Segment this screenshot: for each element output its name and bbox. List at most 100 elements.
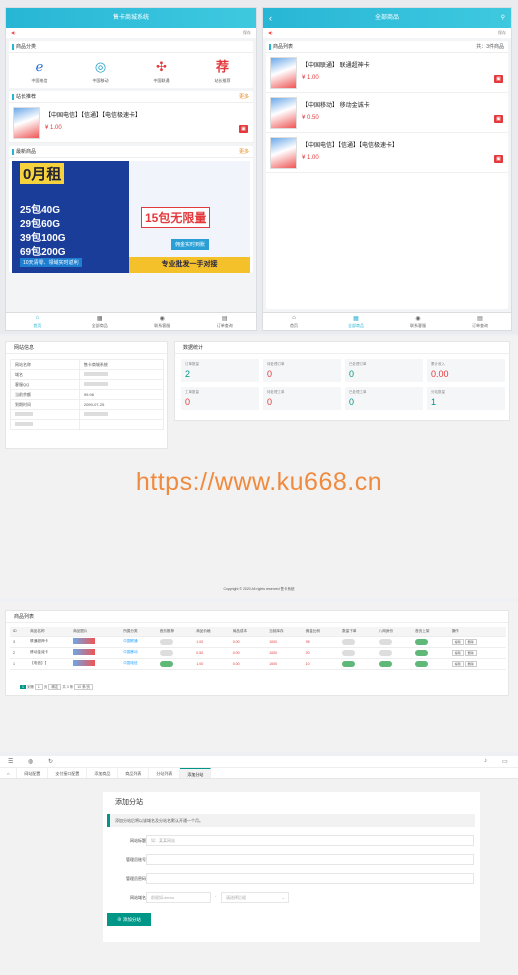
tab-goods-list[interactable]: 商品列表 [118,768,150,778]
toggle-switch[interactable] [378,649,392,656]
site-title-input[interactable]: 如：某某网站 [146,835,474,846]
notice-text: 保存 [498,30,506,35]
delete-button[interactable]: 删除 [464,638,477,645]
delete-button[interactable]: 删除 [464,649,477,656]
toggle-switch[interactable] [415,638,429,645]
tab-add-goods[interactable]: 添加商品 [87,768,119,778]
tab-payment[interactable]: 支付接口配置 [48,768,88,778]
edit-button[interactable]: 编辑 [451,660,464,667]
cart-icon[interactable]: ▣ [494,75,503,83]
table-cell: 0.00 [229,636,267,648]
page-confirm-button[interactable]: 确定 [48,684,62,690]
banner-realtime: 佣金实时到账 [171,239,210,250]
toggle-switch[interactable] [342,660,356,667]
tab-home[interactable]: ⌂ 首页 [6,313,69,330]
site-info-panel: 网站信息 网站名称 售卡商城系统 域名 客服QQ 当前余额 99.98 到期时间 20… [5,341,168,449]
cart-icon[interactable]: ▣ [239,125,248,133]
more-link[interactable]: 更多 [239,91,249,103]
pagination: 1 到第 1 页 确定 共 3 条 10 条/页 [20,684,94,690]
form-title: 添加分站 [115,799,143,806]
globe-icon[interactable]: ◍ [28,758,33,765]
chevron-down-icon: ⌄ [281,895,285,900]
category-recommend[interactable]: 荐站长推荐 [203,59,243,84]
tab-orders[interactable]: ▤ 订单查询 [194,313,257,330]
tab-add-substation[interactable]: 添加分站 [180,768,212,778]
admin-password-input[interactable] [146,873,474,884]
menu-icon[interactable]: ☰ [8,758,13,765]
category-mobile[interactable]: ◎ 中国移动 [81,59,121,84]
stat-label: 待处理工单 [267,390,285,394]
tab-all-goods[interactable]: ▦ 全部商品 [69,313,132,330]
tab-home[interactable]: ⌂ 首页 [263,313,325,330]
chat-icon[interactable]: ▭ [502,758,508,765]
page-size-select[interactable]: 10 条/页 [74,684,94,690]
edit-button[interactable]: 编辑 [451,638,464,645]
edit-button[interactable]: 编辑 [451,649,464,656]
banner-row: 39包100G [20,233,66,244]
home-tab-icon[interactable]: ⌂ [0,768,18,778]
bell-icon[interactable]: ♪ [484,758,487,764]
product-price: ¥ 0.50 [302,115,319,121]
toggle-switch[interactable] [159,660,173,667]
toggle-switch[interactable] [342,638,356,645]
page-current[interactable]: 1 [20,685,26,689]
app-header: 售卡商城系统 [6,8,256,28]
product-item[interactable]: 【中国联通】 联通超神卡 ¥ 1.00 ▣ [266,53,508,93]
promo-banner[interactable]: 0月租 25包40G 29包60G 39包100G 69包200G 10天清零、… [12,161,250,273]
product-item[interactable]: 【中国电信】【信通】【电信极速卡】 ¥ 1.00 ▣ [9,103,253,143]
banner-row: 25包40G [20,205,61,216]
cart-icon[interactable]: ▣ [494,115,503,123]
table-cell: 中国移动 [120,647,157,659]
tab-service[interactable]: ◉ 联系客服 [131,313,194,330]
product-price: ¥ 1.00 [302,155,319,161]
toggle-switch[interactable] [342,649,356,656]
stat-value: 0 [349,397,355,407]
blurred-value [83,382,108,386]
toggle-switch[interactable] [415,660,429,667]
user-icon: ◉ [415,316,421,322]
admin-account-input[interactable] [146,854,474,865]
stat-value: 2 [185,369,191,379]
tab-orders[interactable]: ▤ 订单查询 [449,313,511,330]
toggle-switch[interactable] [159,638,173,645]
column-header: 数量下单 [339,627,376,637]
tab-service[interactable]: ◉ 联系客服 [387,313,449,330]
column-header: 当前库存 [266,627,303,637]
toggle-switch[interactable] [415,649,429,656]
page-input[interactable]: 1 [34,684,43,690]
add-substation-button[interactable]: ⊕ 添加分站 [107,913,151,926]
domain-prefix-input[interactable]: 前缀如:demo [146,892,211,903]
category-telecom[interactable]: ℯ 中国电信 [20,59,60,84]
tab-substation-list[interactable]: 分站列表 [149,768,181,778]
order-icon: ▤ [477,316,483,322]
tab-site-config[interactable]: 网站配置 [17,768,49,778]
cart-icon[interactable]: ▣ [494,155,503,163]
mobile-icon: ◎ [94,59,107,74]
table-cell: 1.00 [193,658,230,670]
domain-suffix-select[interactable]: 请选择后缀 ⌄ [221,892,289,903]
category-title: 商品分类 [9,41,253,53]
table-cell: 95 [302,636,340,648]
category-unicom[interactable]: ✣ 中国联通 [142,59,182,84]
goods-list-card: 商品列表 共：3件商品 【中国联通】 联通超神卡 ¥ 1.00 ▣ 【中国移动】 移动… [266,41,508,309]
table-cell: 【电信】【 [27,658,71,670]
tab-all-goods[interactable]: ▦ 全部商品 [325,313,387,330]
toggle-switch[interactable] [378,660,392,667]
more-link[interactable]: 更多 [239,146,249,158]
stat-label: 累计收入 [431,362,445,366]
product-name: 【中国电信】【信通】【电信极速卡】 [45,113,142,119]
table-cell: 10 [302,658,340,670]
back-icon[interactable]: ‹ [269,8,272,28]
stat-value: 0 [267,397,273,407]
stats-panel: 数据统计 订单数量 2 待处理订单 0 已处理订单 0 累计收入 0.00 工单数量 0 待处理工单… [174,341,510,421]
table-cell: 20 [302,647,340,659]
toggle-switch[interactable] [378,638,392,645]
goods-list-title: 商品列表 [6,611,508,623]
refresh-icon[interactable]: ↻ [48,758,53,765]
product-item[interactable]: 【中国移动】 移动金诚卡 ¥ 0.50 ▣ [266,93,508,133]
product-name: 【中国联通】 联通超神卡 [302,63,370,69]
toggle-switch[interactable] [159,649,173,656]
product-item[interactable]: 【中国电信】【信通】【电信极速卡】 ¥ 1.00 ▣ [266,133,508,173]
search-icon[interactable]: ⚲ [501,8,505,28]
delete-button[interactable]: 删除 [464,660,477,667]
